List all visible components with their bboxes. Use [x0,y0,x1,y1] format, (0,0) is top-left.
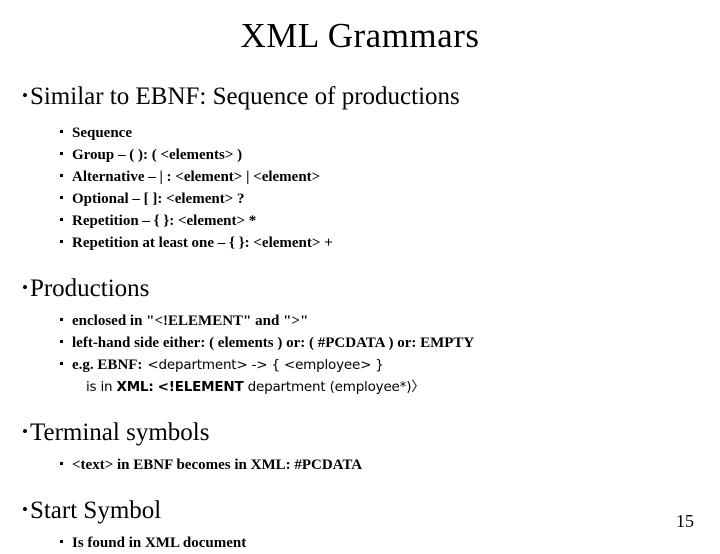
square-bullet-icon [60,318,63,321]
square-bullet-icon [60,130,63,133]
list-item: Sequence [46,122,702,144]
sublist-start-symbol: Is found in XML document [46,532,702,554]
square-bullet-icon [60,362,63,365]
square-bullet-icon [60,218,63,221]
xml-example-declaration: <!ELEMENT [157,379,244,395]
list-item: enclosed in "<!ELEMENT" and ">" [46,310,702,332]
list-item: Is found in XML document [46,532,702,554]
xml-example-line: is in XML: <!ELEMENT department (employe… [46,376,702,398]
list-item: <text> in EBNF becomes in XML: #PCDATA [46,454,702,476]
list-item: Optional – [ ]: <element> ? [46,188,702,210]
list-item: left-hand side either: ( elements ) or: … [46,332,702,354]
square-bullet-icon [60,152,63,155]
list-item: Group – ( ): ( <elements> ) [46,144,702,166]
square-bullet-icon [60,174,63,177]
square-bullet-icon [60,240,63,243]
list-item-ebnf-example: e.g. EBNF: <department> -> { <employee> … [46,354,702,376]
bullet-icon: • [22,422,28,441]
bullet-icon: • [22,500,28,519]
square-bullet-icon [60,196,63,199]
square-bullet-icon [60,540,63,543]
xml-example-lead: is in [86,379,113,395]
bullet-icon: • [22,278,28,297]
list-item: Repetition – { }: <element> * [46,210,702,232]
page-number: 15 [676,511,694,531]
ebnf-example-code: <department> -> { <employee> } [147,357,384,373]
ebnf-example-lead: e.g. EBNF: [72,357,143,373]
xml-example-label: XML: [116,379,154,395]
page-title: XML Grammars [240,16,480,55]
list-item: Repetition at least one – { }: <element>… [46,232,702,254]
sublist-productions: enclosed in "<!ELEMENT" and ">" left-han… [46,310,702,398]
slide: XML Grammars • Similar to EBNF: Sequence… [0,0,720,551]
section-heading-terminal-symbols: • Terminal symbols [22,419,210,446]
sublist-ebnf-constructs: Sequence Group – ( ): ( <elements> ) Alt… [46,122,702,254]
sublist-terminal-symbols: <text> in EBNF becomes in XML: #PCDATA [46,454,702,476]
square-bullet-icon [60,340,63,343]
section-heading-start-symbol: • Start Symbol [22,497,162,524]
section-heading-productions: • Productions [22,275,150,302]
xml-example-rest: department (employee*)〉 [243,379,425,395]
slide-body: • Similar to EBNF: Sequence of productio… [22,82,702,554]
list-item: Alternative – | : <element> | <element> [46,166,702,188]
square-bullet-icon [60,462,63,465]
section-heading-similar-to-ebnf: • Similar to EBNF: Sequence of productio… [22,83,460,110]
bullet-icon: • [22,86,28,105]
